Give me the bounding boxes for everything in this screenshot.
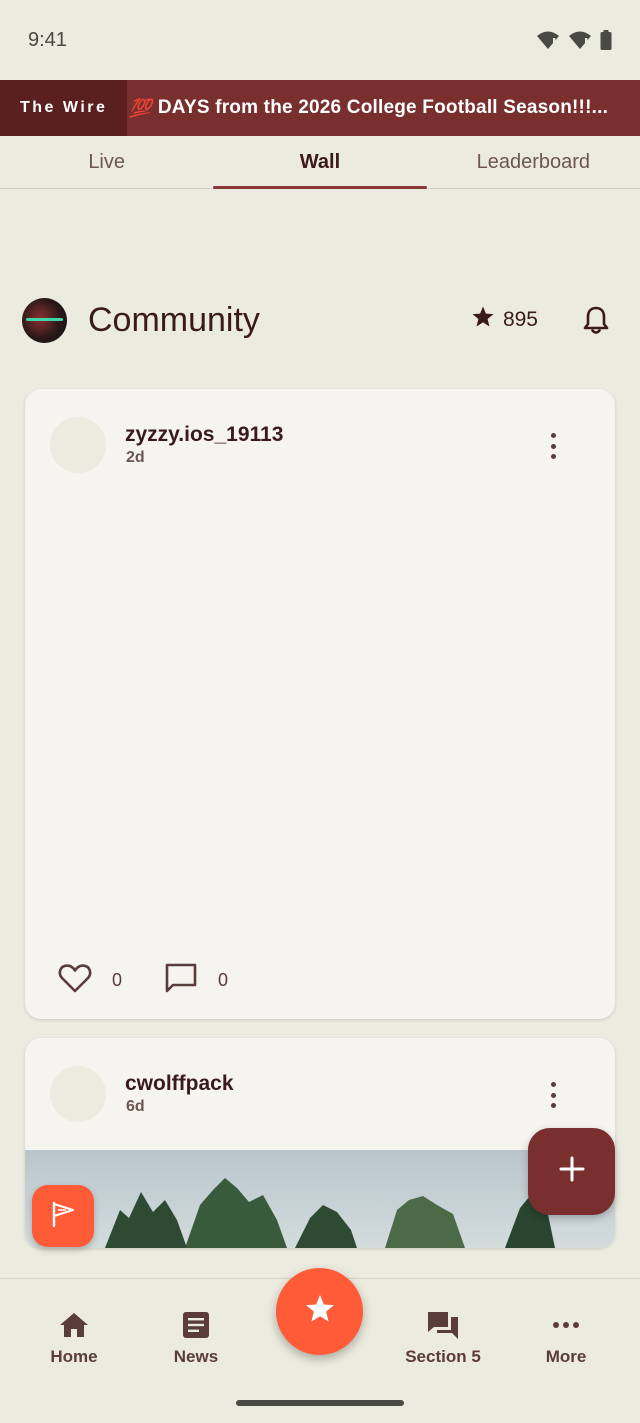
status-bar: 9:41 <box>0 0 640 80</box>
comment-count: 0 <box>218 970 229 990</box>
news-ticker[interactable]: The Wire 💯 DAYS from the 2026 College Fo… <box>0 80 640 136</box>
wifi-icon <box>536 30 560 50</box>
more-vert-icon[interactable] <box>541 431 565 461</box>
post-username[interactable]: zyzzy.ios_19113 <box>125 423 283 447</box>
nav-label: More <box>545 1347 587 1366</box>
star-icon <box>471 305 495 335</box>
nav-home[interactable]: Home <box>14 1309 134 1367</box>
pennant-icon <box>49 1200 77 1233</box>
heart-icon <box>58 963 92 998</box>
bell-icon[interactable] <box>580 304 612 336</box>
home-indicator[interactable] <box>236 1400 404 1406</box>
ticker-text: DAYS from the 2026 College Football Seas… <box>157 97 609 118</box>
battery-icon <box>600 30 612 50</box>
ticker-label: The Wire <box>0 80 128 136</box>
nav-label: Home <box>50 1347 98 1366</box>
top-tabs: Live Wall Leaderboard <box>0 136 640 189</box>
post-avatar[interactable] <box>50 1066 106 1122</box>
hundred-points-icon: 💯 <box>129 97 152 118</box>
post-actions: 0 0 <box>58 962 270 999</box>
add-post-button[interactable] <box>528 1128 615 1215</box>
chat-icon <box>427 1309 459 1341</box>
more-vert-icon[interactable] <box>541 1080 565 1110</box>
status-icons <box>536 30 612 50</box>
tab-leaderboard[interactable]: Leaderboard <box>427 136 640 188</box>
post-card[interactable]: zyzzy.ios_19113 2d 0 0 <box>25 389 615 1019</box>
comment-button[interactable]: 0 <box>164 962 228 999</box>
tab-wall[interactable]: Wall <box>213 136 427 189</box>
signal-icon <box>568 30 592 50</box>
post-avatar[interactable] <box>50 417 106 473</box>
status-time: 9:41 <box>28 28 67 51</box>
nav-section-5[interactable]: Section 5 <box>383 1309 503 1367</box>
center-star-button[interactable] <box>276 1268 363 1355</box>
community-avatar[interactable] <box>22 297 67 343</box>
post-card[interactable]: cwolffpack 6d <box>25 1038 615 1248</box>
points-value: 895 <box>502 308 538 331</box>
post-username[interactable]: cwolffpack <box>125 1072 234 1096</box>
community-header: Community 895 <box>22 297 618 343</box>
star-icon <box>304 1293 336 1330</box>
nav-more[interactable]: More <box>506 1309 626 1367</box>
plus-icon <box>558 1155 586 1188</box>
nav-label: News <box>173 1347 219 1366</box>
nav-label: Section 5 <box>405 1347 481 1366</box>
nav-news[interactable]: News <box>136 1309 256 1367</box>
home-icon <box>58 1309 90 1341</box>
post-time: 6d <box>126 1098 145 1115</box>
like-button[interactable]: 0 <box>58 963 122 998</box>
news-icon <box>180 1309 212 1341</box>
post-image[interactable] <box>25 1150 615 1248</box>
tab-live[interactable]: Live <box>0 136 213 188</box>
post-time: 2d <box>126 449 145 466</box>
like-count: 0 <box>112 970 123 990</box>
community-title: Community <box>88 300 260 339</box>
report-flag-button[interactable] <box>32 1185 94 1247</box>
points-badge[interactable]: 895 <box>471 305 538 335</box>
more-icon <box>550 1309 582 1341</box>
comment-icon <box>164 962 198 999</box>
